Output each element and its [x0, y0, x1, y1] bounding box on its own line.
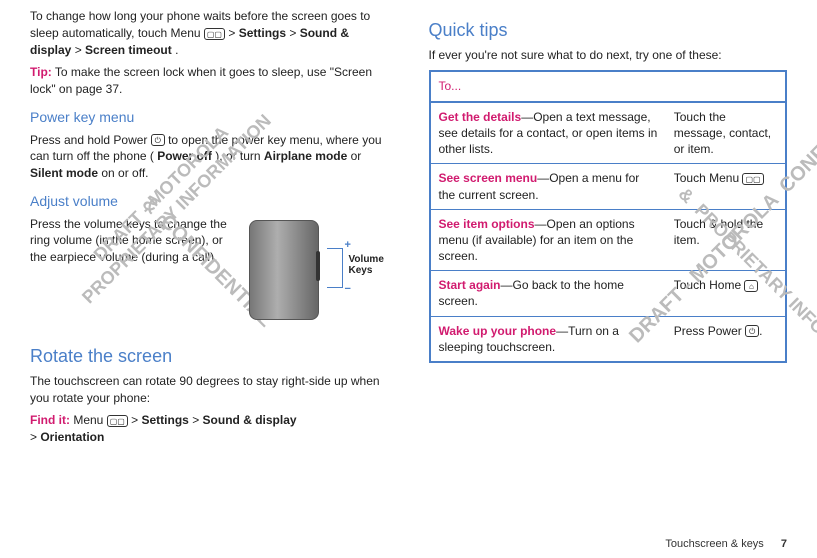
- tip-do-cell: Touch the message, contact, or item.: [666, 102, 786, 164]
- minus-icon: −: [345, 282, 351, 297]
- menu-icon: ▢▢: [107, 415, 128, 427]
- tip-text: To make the screen lock when it goes to …: [30, 65, 372, 96]
- do-text: Touch Home: [674, 278, 745, 292]
- heading-rotate-screen: Rotate the screen: [30, 344, 389, 369]
- phone-illustration: [249, 220, 319, 320]
- action-label: See item options: [439, 217, 535, 231]
- menu-icon: ▢▢: [204, 28, 225, 40]
- footer-section: Touchscreen & keys: [665, 538, 763, 550]
- plus-icon: +: [345, 238, 351, 253]
- right-column: Quick tips If ever you're not sure what …: [429, 8, 788, 452]
- text: >: [30, 430, 40, 444]
- findit-paragraph: Find it: Menu ▢▢ > Settings > Sound & di…: [30, 412, 389, 446]
- path-settings: Settings: [239, 26, 286, 40]
- text: >: [192, 413, 202, 427]
- do-text: Touch Menu: [674, 171, 743, 185]
- text: Menu: [73, 413, 106, 427]
- path-screen-timeout: Screen timeout: [85, 43, 172, 57]
- tip-label: Tip:: [30, 65, 52, 79]
- table-row: See item options—Open an options menu (i…: [430, 209, 787, 271]
- text: or: [351, 149, 362, 163]
- text: Press and hold Power: [30, 133, 151, 147]
- screen-timeout-paragraph: To change how long your phone waits befo…: [30, 8, 389, 58]
- volume-keys-label: Volume Keys: [349, 254, 389, 276]
- path-sound-display: Sound & display: [203, 413, 297, 427]
- menu-icon: ▢▢: [742, 173, 763, 185]
- tip-action-cell: Wake up your phone—Turn on a sleeping to…: [430, 316, 666, 362]
- action-label: See screen menu: [439, 171, 538, 185]
- left-column: To change how long your phone waits befo…: [30, 8, 389, 452]
- tip-do-cell: Press Power ⏻.: [666, 316, 786, 362]
- text: >: [131, 413, 141, 427]
- heading-power-key-menu: Power key menu: [30, 108, 389, 128]
- page-footer: Touchscreen & keys 7: [665, 538, 787, 550]
- text: ), or turn: [215, 149, 264, 163]
- text: >: [75, 43, 85, 57]
- heading-quick-tips: Quick tips: [429, 18, 788, 43]
- text: .: [175, 43, 178, 57]
- volume-keys-figure: + − Volume Keys: [249, 220, 389, 330]
- quick-tips-table: To... Get the details—Open a text messag…: [429, 70, 788, 363]
- page-number: 7: [781, 538, 787, 550]
- findit-label: Find it:: [30, 413, 70, 427]
- table-header-row: To...: [430, 71, 787, 102]
- airplane-mode-label: Airplane mode: [264, 149, 347, 163]
- action-label: Start again: [439, 278, 501, 292]
- heading-adjust-volume: Adjust volume: [30, 192, 389, 212]
- table-row: Get the details—Open a text message, see…: [430, 102, 787, 164]
- table-row: Wake up your phone—Turn on a sleeping to…: [430, 316, 787, 362]
- tip-action-cell: See screen menu—Open a menu for the curr…: [430, 164, 666, 209]
- volume-rocker-icon: [316, 251, 320, 281]
- quick-tips-intro: If ever you're not sure what to do next,…: [429, 47, 788, 64]
- power-off-label: Power off: [157, 149, 212, 163]
- power-icon: ⏻: [745, 325, 759, 337]
- tip-action-cell: See item options—Open an options menu (i…: [430, 209, 666, 271]
- bracket-icon: [327, 248, 343, 288]
- text: on or off.: [101, 166, 148, 180]
- power-icon: ⏻: [151, 134, 165, 146]
- tip-paragraph: Tip: To make the screen lock when it goe…: [30, 64, 389, 98]
- rotate-paragraph: The touchscreen can rotate 90 degrees to…: [30, 373, 389, 407]
- path-orientation: Orientation: [40, 430, 104, 444]
- text: >: [289, 26, 299, 40]
- action-label: Wake up your phone: [439, 324, 557, 338]
- tip-do-cell: Touch & hold the item.: [666, 209, 786, 271]
- path-settings: Settings: [142, 413, 189, 427]
- table-row: See screen menu—Open a menu for the curr…: [430, 164, 787, 209]
- power-key-paragraph: Press and hold Power ⏻ to open the power…: [30, 132, 389, 182]
- tip-action-cell: Get the details—Open a text message, see…: [430, 102, 666, 164]
- action-label: Get the details: [439, 110, 522, 124]
- table-header: To...: [430, 71, 787, 102]
- text: >: [228, 26, 238, 40]
- home-icon: ⌂: [744, 280, 758, 292]
- tip-action-cell: Start again—Go back to the home screen.: [430, 271, 666, 316]
- silent-mode-label: Silent mode: [30, 166, 98, 180]
- do-text: Press Power: [674, 324, 745, 338]
- table-row: Start again—Go back to the home screen. …: [430, 271, 787, 316]
- tip-do-cell: Touch Menu ▢▢: [666, 164, 786, 209]
- tip-do-cell: Touch Home ⌂: [666, 271, 786, 316]
